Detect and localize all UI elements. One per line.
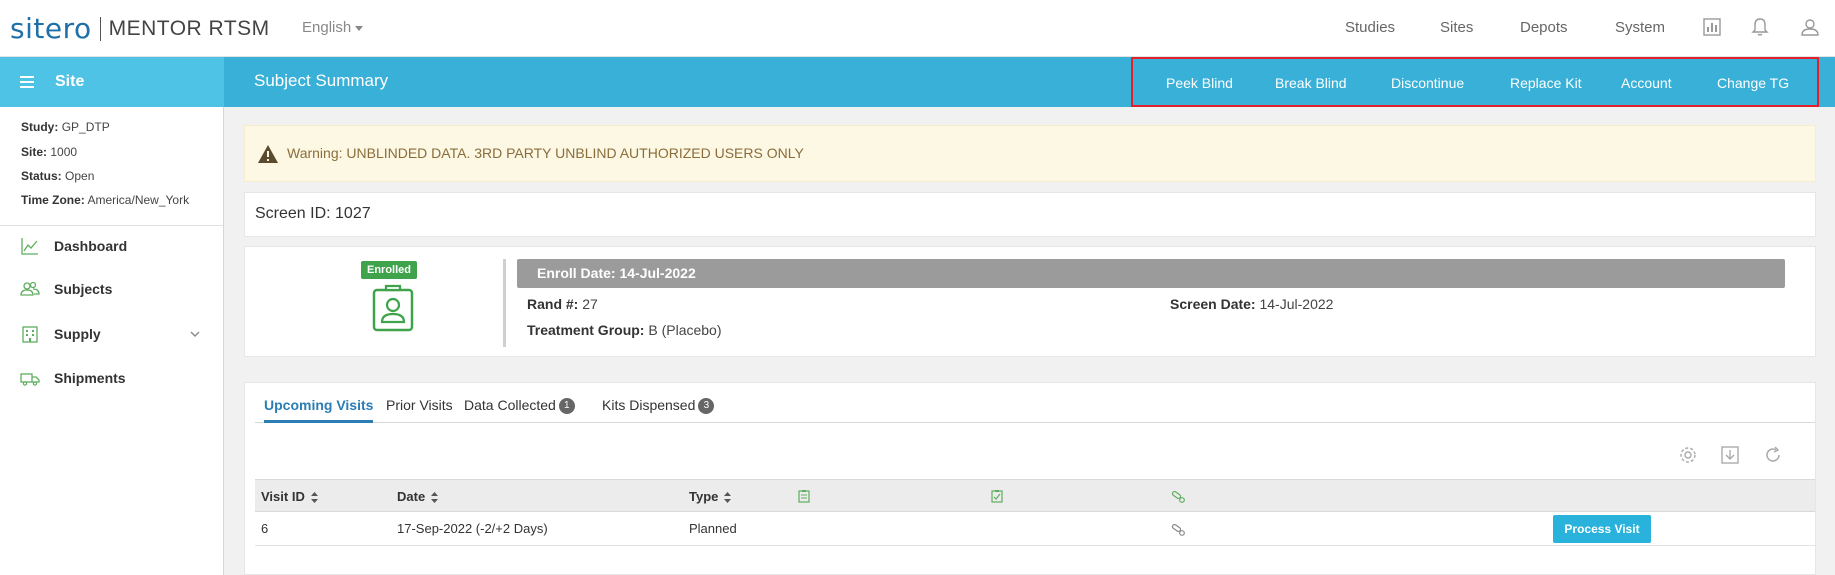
- users-icon: [20, 281, 40, 296]
- sidebar-item-dashboard[interactable]: Dashboard: [0, 229, 223, 265]
- discontinue-button[interactable]: Discontinue: [1391, 75, 1464, 91]
- clipboard-check-icon: [991, 490, 1003, 503]
- timezone-info: Time Zone: America/New_York: [21, 193, 190, 207]
- table-row: 6 17-Sep-2022 (-2/+2 Days) Planned Proce…: [255, 512, 1815, 546]
- count-badge: 1: [558, 398, 575, 415]
- logo-sitero: sitero: [10, 12, 92, 45]
- language-select[interactable]: English: [302, 19, 364, 36]
- pills-icon: [1171, 523, 1185, 536]
- count-badge: 3: [698, 398, 715, 415]
- column-header-visit-id[interactable]: Visit ID: [261, 489, 318, 504]
- nav-studies[interactable]: Studies: [1345, 19, 1395, 36]
- report-icon[interactable]: [1701, 16, 1723, 38]
- cell-type: Planned: [689, 521, 737, 536]
- language-label: English: [302, 19, 352, 36]
- cell-visit-id: 6: [261, 521, 269, 536]
- sort-icon: [431, 492, 439, 504]
- nav-system[interactable]: System: [1615, 19, 1665, 36]
- nav-depots[interactable]: Depots: [1520, 19, 1568, 36]
- chart-line-icon: [21, 238, 38, 255]
- hamburger-icon[interactable]: [20, 76, 34, 88]
- section-title: Site: [55, 73, 85, 90]
- replace-kit-button[interactable]: Replace Kit: [1510, 75, 1582, 91]
- site-section-header: Site: [0, 57, 224, 107]
- warning-banner: Warning: UNBLINDED DATA. 3RD PARTY UNBLI…: [244, 125, 1816, 182]
- main-content: Warning: UNBLINDED DATA. 3RD PARTY UNBLI…: [224, 107, 1835, 575]
- logo-separator: [99, 16, 101, 41]
- break-blind-button[interactable]: Break Blind: [1275, 75, 1347, 91]
- chevron-down-icon[interactable]: [190, 330, 200, 338]
- logo-product: MENTOR RTSM: [108, 16, 270, 40]
- change-tg-button[interactable]: Change TG: [1717, 75, 1789, 91]
- treatment-group: Treatment Group: B (Placebo): [527, 322, 722, 338]
- table-header: Visit ID Date Type: [255, 479, 1815, 512]
- visit-tabs: Upcoming Visits Prior Visits Data Collec…: [255, 397, 1815, 423]
- status-info: Status: Open: [21, 169, 95, 183]
- building-icon: [22, 326, 38, 343]
- header-bar: Site Subject Summary Peek Blind Break Bl…: [0, 57, 1835, 107]
- subject-card: Enrolled Enroll Date: 14-Jul-2022 Rand #…: [244, 246, 1816, 357]
- screen-id-card: Screen ID: 1027: [244, 192, 1816, 237]
- refresh-icon[interactable]: [1763, 445, 1783, 465]
- study-info: Study: GP_DTP: [21, 120, 110, 134]
- sort-icon: [724, 492, 732, 504]
- top-bar: sitero MENTOR RTSM English Studies Sites…: [0, 0, 1835, 57]
- clipboard-list-icon: [798, 490, 810, 503]
- warning-icon: [258, 145, 278, 163]
- column-header-type[interactable]: Type: [689, 489, 732, 504]
- account-button[interactable]: Account: [1621, 75, 1672, 91]
- visits-card: Upcoming Visits Prior Visits Data Collec…: [244, 382, 1816, 575]
- sort-icon: [310, 492, 318, 504]
- cell-date: 17-Sep-2022 (-2/+2 Days): [397, 521, 548, 536]
- caret-down-icon: [355, 25, 364, 31]
- sidebar-item-shipments[interactable]: Shipments: [0, 361, 223, 397]
- peek-blind-button[interactable]: Peek Blind: [1166, 75, 1233, 91]
- sidebar: Study: GP_DTP Site: 1000 Status: Open Ti…: [0, 107, 224, 575]
- clipboard-user-icon: [372, 284, 414, 332]
- enroll-date: Enroll Date: 14-Jul-2022: [537, 265, 696, 281]
- page-title: Subject Summary: [254, 71, 389, 90]
- tab-upcoming-visits[interactable]: Upcoming Visits: [264, 397, 374, 423]
- actions-highlight: Peek Blind Break Blind Discontinue Repla…: [1131, 57, 1819, 107]
- status-badge: Enrolled: [361, 261, 418, 279]
- gear-icon[interactable]: [1678, 445, 1698, 465]
- site-info: Site: 1000: [21, 145, 78, 159]
- screen-id: Screen ID: 1027: [255, 205, 371, 222]
- tab-kits-dispensed[interactable]: Kits Dispensed 3: [602, 397, 715, 423]
- tab-prior-visits[interactable]: Prior Visits: [386, 397, 453, 423]
- sidebar-divider: [0, 225, 223, 226]
- sidebar-item-supply[interactable]: Supply: [0, 317, 223, 353]
- user-icon[interactable]: [1799, 16, 1821, 38]
- brand-logo[interactable]: sitero MENTOR RTSM: [10, 12, 270, 45]
- nav-sites[interactable]: Sites: [1440, 19, 1473, 36]
- column-header-date[interactable]: Date: [397, 489, 439, 504]
- sidebar-item-subjects[interactable]: Subjects: [0, 272, 223, 308]
- rand-number: Rand #: 27: [527, 296, 598, 312]
- truck-icon: [20, 373, 40, 386]
- vertical-divider: [503, 259, 506, 347]
- screen-date: Screen Date: 14-Jul-2022: [1170, 296, 1334, 312]
- process-visit-button[interactable]: Process Visit: [1553, 515, 1651, 543]
- download-icon[interactable]: [1720, 445, 1740, 465]
- bell-icon[interactable]: [1749, 16, 1771, 38]
- enroll-date-bar: Enroll Date: 14-Jul-2022: [517, 259, 1785, 288]
- pills-icon: [1171, 490, 1185, 503]
- tab-data-collected[interactable]: Data Collected 1: [464, 397, 575, 423]
- warning-text: Warning: UNBLINDED DATA. 3RD PARTY UNBLI…: [287, 145, 804, 161]
